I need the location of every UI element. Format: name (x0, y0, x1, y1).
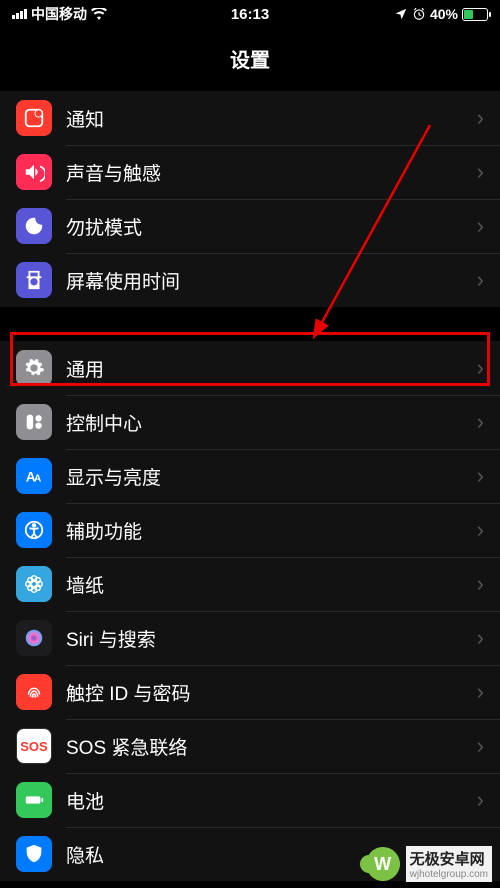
screentime-icon (16, 262, 52, 298)
row-siri[interactable]: Siri 与搜索 › (0, 611, 500, 665)
row-label: 触控 ID 与密码 (66, 679, 477, 706)
row-label: 墙纸 (66, 571, 477, 598)
row-screentime[interactable]: 屏幕使用时间 › (0, 253, 500, 307)
row-label: 勿扰模式 (66, 213, 477, 240)
chevron-right-icon: › (477, 625, 484, 651)
chevron-right-icon: › (477, 105, 484, 131)
row-label: 控制中心 (66, 409, 477, 436)
chevron-right-icon: › (477, 355, 484, 381)
battery-pct-label: 40% (430, 6, 458, 22)
accessibility-icon (16, 512, 52, 548)
page-title: 设置 (0, 28, 500, 91)
row-label: 屏幕使用时间 (66, 267, 477, 294)
controlcenter-icon (16, 404, 52, 440)
row-sounds[interactable]: 声音与触感 › (0, 145, 500, 199)
chevron-right-icon: › (477, 409, 484, 435)
row-label: SOS 紧急联络 (66, 733, 477, 760)
row-dnd[interactable]: 勿扰模式 › (0, 199, 500, 253)
watermark-text: 无极安卓网 wjhotelgroup.com (406, 846, 492, 882)
battery-icon (16, 782, 52, 818)
chevron-right-icon: › (477, 159, 484, 185)
row-label: 显示与亮度 (66, 463, 477, 490)
row-display[interactable]: AA 显示与亮度 › (0, 449, 500, 503)
dnd-icon (16, 208, 52, 244)
row-general[interactable]: 通用 › (0, 341, 500, 395)
chevron-right-icon: › (477, 787, 484, 813)
chevron-right-icon: › (477, 267, 484, 293)
row-label: 通用 (66, 355, 477, 382)
row-label: 辅助功能 (66, 517, 477, 544)
status-right: 40% (394, 6, 488, 22)
sound-icon (16, 154, 52, 190)
chevron-right-icon: › (477, 517, 484, 543)
notification-icon (16, 100, 52, 136)
chevron-right-icon: › (477, 679, 484, 705)
display-icon: AA (16, 458, 52, 494)
svg-text:A: A (34, 474, 42, 485)
gps-icon (394, 7, 408, 21)
privacy-icon (16, 836, 52, 872)
status-bar: 中国移动 16:13 40% (0, 0, 500, 28)
row-notifications[interactable]: 通知 › (0, 91, 500, 145)
row-wallpaper[interactable]: 墙纸 › (0, 557, 500, 611)
wifi-icon (91, 8, 107, 20)
carrier-label: 中国移动 (31, 4, 87, 24)
row-label: 声音与触感 (66, 159, 477, 186)
wallpaper-icon (16, 566, 52, 602)
general-icon (16, 350, 52, 386)
sos-icon: SOS (16, 728, 52, 764)
row-accessibility[interactable]: 辅助功能 › (0, 503, 500, 557)
row-touchid[interactable]: 触控 ID 与密码 › (0, 665, 500, 719)
row-controlcenter[interactable]: 控制中心 › (0, 395, 500, 449)
row-label: Siri 与搜索 (66, 625, 477, 652)
sos-text: SOS (20, 739, 47, 754)
watermark-logo: W (366, 847, 400, 881)
signal-icon (12, 9, 27, 19)
watermark: W 无极安卓网 wjhotelgroup.com (366, 846, 492, 882)
row-label: 电池 (66, 787, 477, 814)
status-time: 16:13 (231, 6, 269, 23)
battery-icon (462, 8, 488, 21)
chevron-right-icon: › (477, 571, 484, 597)
chevron-right-icon: › (477, 213, 484, 239)
settings-section-2: 通用 › 控制中心 › AA 显示与亮度 › 辅助功能 › 墙纸 › Siri … (0, 341, 500, 881)
chevron-right-icon: › (477, 733, 484, 759)
alarm-icon (412, 7, 426, 21)
settings-section-1: 通知 › 声音与触感 › 勿扰模式 › 屏幕使用时间 › (0, 91, 500, 307)
row-battery[interactable]: 电池 › (0, 773, 500, 827)
row-sos[interactable]: SOS SOS 紧急联络 › (0, 719, 500, 773)
row-label: 通知 (66, 105, 477, 132)
chevron-right-icon: › (477, 463, 484, 489)
touchid-icon (16, 674, 52, 710)
status-left: 中国移动 (12, 4, 107, 24)
siri-icon (16, 620, 52, 656)
